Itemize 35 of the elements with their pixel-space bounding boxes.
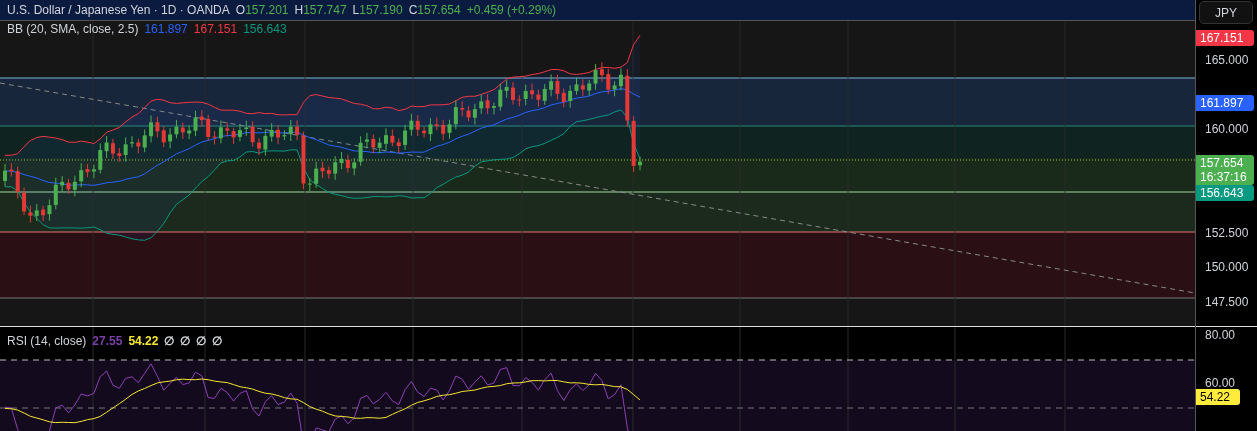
candle	[130, 135, 134, 149]
candle	[257, 137, 261, 156]
rsi-axis-tick: 80.00	[1205, 328, 1236, 342]
candle	[384, 127, 388, 152]
price-label: 167.151	[1196, 30, 1254, 46]
price-label: 157.654 16:37:16	[1196, 154, 1254, 185]
ohlc-value: O157.201	[235, 3, 289, 17]
price-axis-tick: 150.000	[1205, 260, 1249, 275]
price-axis-tick: 165.000	[1205, 53, 1249, 67]
candle	[638, 156, 642, 171]
ohlc-value: L157.190	[352, 3, 403, 17]
indicator-value: 161.897	[144, 22, 188, 36]
indicator-value: 156.643	[243, 22, 287, 36]
rsi-value-label: 54.22	[1196, 388, 1240, 405]
price-change: +0.459 (+0.29%)	[466, 3, 557, 17]
indicator-value: ∅	[212, 334, 223, 348]
ohlc-value: H157.747	[294, 3, 347, 17]
price-axis-tick: 152.500	[1205, 225, 1249, 240]
price-axis-tick: 147.500	[1205, 295, 1249, 309]
candle	[3, 163, 7, 188]
indicator-value: ∅	[196, 334, 207, 348]
indicator-name: BB (20, SMA, close, 2.5)	[7, 22, 139, 36]
symbol-title: U.S. Dollar / Japanese Yen · 1D · OANDA	[7, 3, 230, 17]
indicator-value: ∅	[164, 334, 175, 348]
rsi-axis-tick: 60.00	[1205, 376, 1236, 390]
currency-button[interactable]: JPY	[1199, 1, 1253, 24]
indicator-value: 54.22	[128, 334, 159, 348]
indicator-value: ∅	[180, 334, 191, 348]
indicator-name: RSI (14, close)	[7, 334, 87, 348]
indicator-value: 27.55	[92, 334, 123, 348]
ohlc-value: C157.654	[408, 3, 461, 17]
indicator-value: 167.151	[193, 22, 238, 36]
price-label: 161.897	[1196, 94, 1254, 111]
price-axis-tick: 160.000	[1205, 122, 1249, 137]
candle	[511, 81, 515, 106]
